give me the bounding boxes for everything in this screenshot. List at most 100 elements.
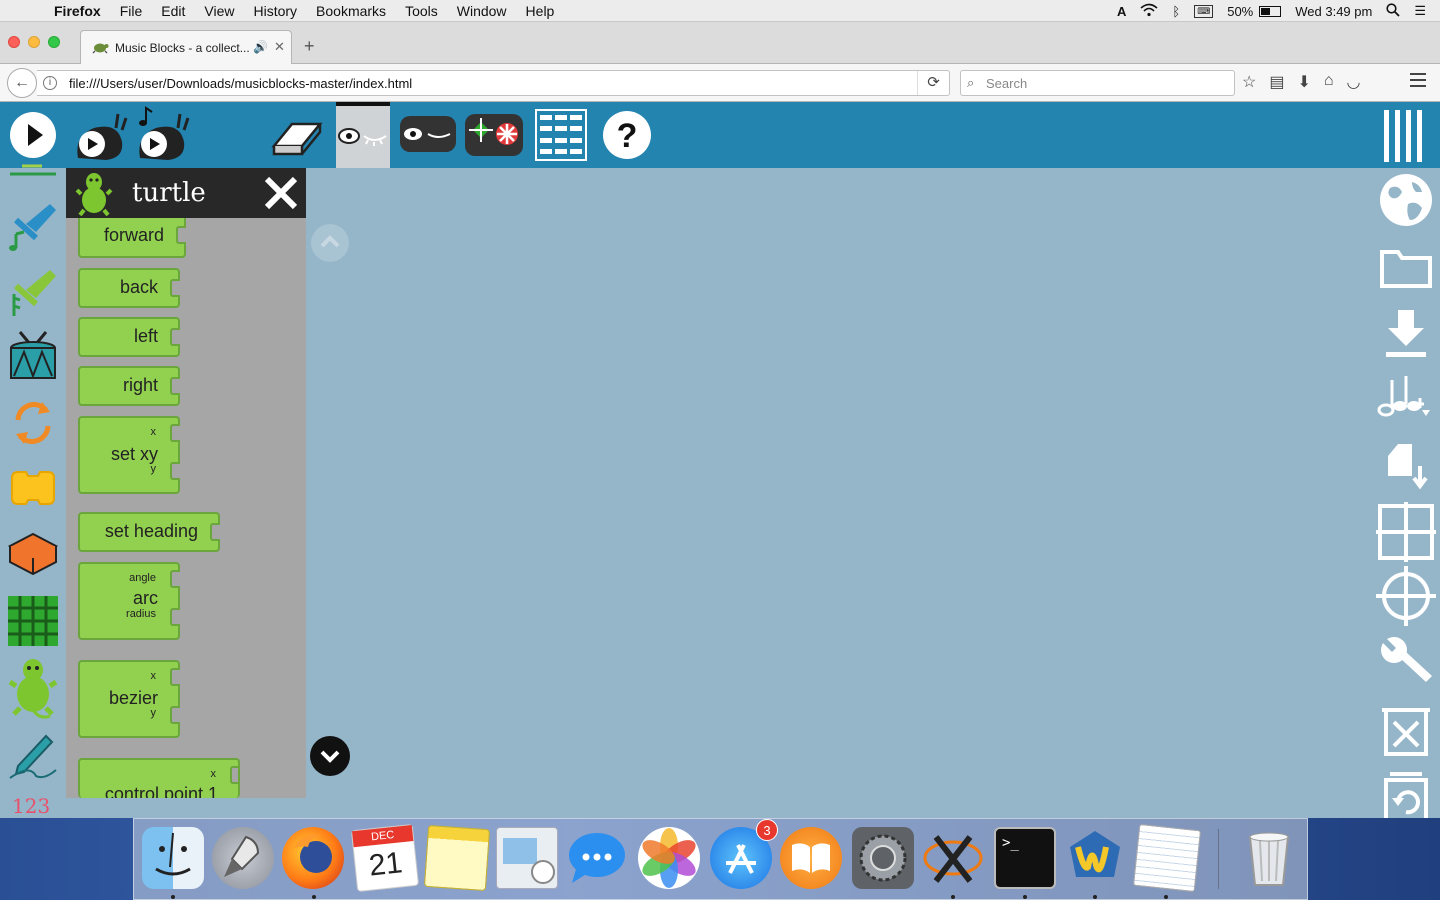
browser-tab[interactable]: Music Blocks - a collect... 🔊 ✕ — [80, 30, 292, 64]
palette-turtle-icon[interactable] — [6, 656, 60, 720]
dock-trash-icon[interactable] — [1238, 827, 1300, 889]
window-close-button[interactable] — [8, 36, 20, 48]
dock-appstore-icon[interactable]: 3 — [710, 819, 778, 889]
battery-percent[interactable]: 50% — [1227, 4, 1253, 19]
block-right[interactable]: right — [78, 366, 180, 406]
menu-view[interactable]: View — [204, 3, 234, 19]
palette-tools-icon[interactable] — [6, 264, 60, 318]
dock-calendar-icon[interactable]: DEC 21 — [350, 823, 420, 893]
palette-number-label[interactable]: 123 — [12, 794, 50, 818]
home-icon[interactable] — [463, 110, 525, 160]
reload-icon[interactable]: ⟳ — [917, 71, 949, 95]
play-icon[interactable] — [8, 110, 58, 160]
block-socket — [170, 570, 180, 588]
settings-wrench-icon[interactable] — [1376, 632, 1436, 692]
reading-list-icon[interactable]: ▤ — [1269, 72, 1284, 92]
block-socket — [170, 608, 180, 626]
menu-tools[interactable]: Tools — [405, 3, 438, 19]
scroll-down-button[interactable] — [310, 736, 350, 776]
main-menu-icon[interactable] — [1380, 108, 1432, 164]
palette-meter-icon[interactable] — [6, 198, 60, 252]
dock-wolfram-icon[interactable] — [1064, 827, 1126, 889]
block-socket — [170, 424, 180, 442]
export-icon[interactable] — [1376, 436, 1436, 496]
open-folder-icon[interactable] — [1376, 238, 1436, 298]
polar-grid-icon[interactable] — [1376, 566, 1436, 626]
bluetooth-icon[interactable]: ᛒ — [1172, 4, 1180, 19]
grid-icon[interactable] — [534, 108, 588, 162]
menu-bookmarks[interactable]: Bookmarks — [316, 3, 386, 19]
tab-audio-icon[interactable]: 🔊 — [253, 40, 268, 54]
bookmark-star-icon[interactable]: ☆ — [1242, 72, 1256, 92]
menu-help[interactable]: Help — [526, 3, 555, 19]
palette-flow-icon[interactable] — [6, 396, 60, 450]
clear-icon[interactable] — [1376, 700, 1436, 760]
site-info-icon[interactable]: i — [43, 76, 57, 90]
palette-boxes-icon[interactable] — [6, 528, 60, 582]
hide-blocks-button[interactable] — [336, 102, 390, 168]
battery-icon[interactable] — [1259, 5, 1282, 17]
restore-trash-icon[interactable] — [1376, 766, 1436, 818]
dock-finder-icon[interactable] — [142, 827, 204, 889]
menu-app-name[interactable]: Firefox — [54, 3, 101, 19]
save-music-icon[interactable] — [1376, 368, 1436, 428]
save-icon[interactable] — [1376, 304, 1436, 364]
clock[interactable]: Wed 3:49 pm — [1295, 4, 1372, 19]
dock-terminal-icon[interactable]: >_ — [994, 827, 1056, 889]
spotlight-search-icon[interactable] — [1386, 2, 1400, 20]
back-button[interactable]: ← — [7, 68, 37, 98]
help-icon[interactable]: ? — [602, 110, 652, 160]
dock-launchpad-icon[interactable] — [212, 827, 274, 889]
collapse-blocks-icon[interactable] — [398, 110, 458, 158]
tab-close-icon[interactable]: ✕ — [274, 39, 285, 55]
flyout-close-icon[interactable] — [262, 174, 300, 212]
dock-system-preferences-icon[interactable] — [852, 827, 914, 889]
palette-action-icon[interactable] — [6, 462, 60, 516]
block-socket — [170, 668, 180, 686]
dock-ibooks-icon[interactable] — [780, 827, 842, 889]
dock-notes-icon[interactable] — [423, 824, 491, 892]
palette-drum-icon[interactable] — [6, 330, 60, 384]
dock-xquartz-icon[interactable] — [922, 827, 984, 889]
window-zoom-button[interactable] — [48, 36, 60, 48]
block-bezier[interactable]: x bezier y — [78, 660, 180, 738]
menu-file[interactable]: File — [120, 3, 143, 19]
block-forward[interactable]: forward — [78, 218, 186, 258]
window-minimize-button[interactable] — [28, 36, 40, 48]
new-tab-button[interactable]: + — [304, 36, 315, 57]
adobe-status-icon[interactable]: A — [1117, 4, 1126, 19]
palette-rhythm-icon[interactable] — [6, 162, 60, 182]
url-bar[interactable]: i file:///Users/user/Downloads/musicbloc… — [37, 70, 950, 96]
menu-window[interactable]: Window — [457, 3, 507, 19]
dock-photos-icon[interactable] — [638, 827, 700, 889]
block-left[interactable]: left — [78, 317, 180, 357]
run-step-icon[interactable] — [132, 104, 194, 166]
keyboard-input-icon[interactable]: ⌨ — [1194, 4, 1214, 18]
wifi-icon[interactable] — [1140, 3, 1158, 20]
dock-firefox-icon[interactable] — [282, 827, 344, 889]
block-arc[interactable]: angle arc radius — [78, 562, 180, 640]
block-back[interactable]: back — [78, 268, 180, 308]
browser-menu-icon[interactable] — [1410, 73, 1426, 91]
block-set-xy[interactable]: x set xy y — [78, 416, 180, 494]
pocket-icon[interactable]: ◡ — [1347, 72, 1361, 92]
eraser-icon[interactable] — [270, 112, 324, 158]
palette-pen-icon[interactable] — [6, 726, 60, 780]
palette-widgets-icon[interactable] — [6, 594, 60, 648]
run-slow-icon[interactable] — [70, 108, 130, 166]
dock-preview-icon[interactable] — [496, 827, 558, 889]
scroll-up-button[interactable] — [311, 224, 349, 262]
block-set-heading[interactable]: set heading — [78, 512, 220, 552]
menu-history[interactable]: History — [253, 3, 297, 19]
dock-textedit-icon[interactable] — [1132, 823, 1202, 893]
notification-center-icon[interactable]: ☰ — [1414, 3, 1426, 19]
menu-edit[interactable]: Edit — [161, 3, 185, 19]
dock-messages-icon[interactable] — [566, 827, 628, 889]
block-socket — [210, 523, 220, 541]
downloads-icon[interactable]: ⬇ — [1297, 72, 1310, 92]
home-icon[interactable]: ⌂ — [1324, 72, 1334, 92]
search-input[interactable]: ⌕ Search — [960, 70, 1235, 96]
block-control-point[interactable]: x control point 1 — [78, 758, 240, 798]
planet-icon[interactable] — [1376, 170, 1436, 230]
cartesian-grid-icon[interactable] — [1376, 502, 1436, 562]
